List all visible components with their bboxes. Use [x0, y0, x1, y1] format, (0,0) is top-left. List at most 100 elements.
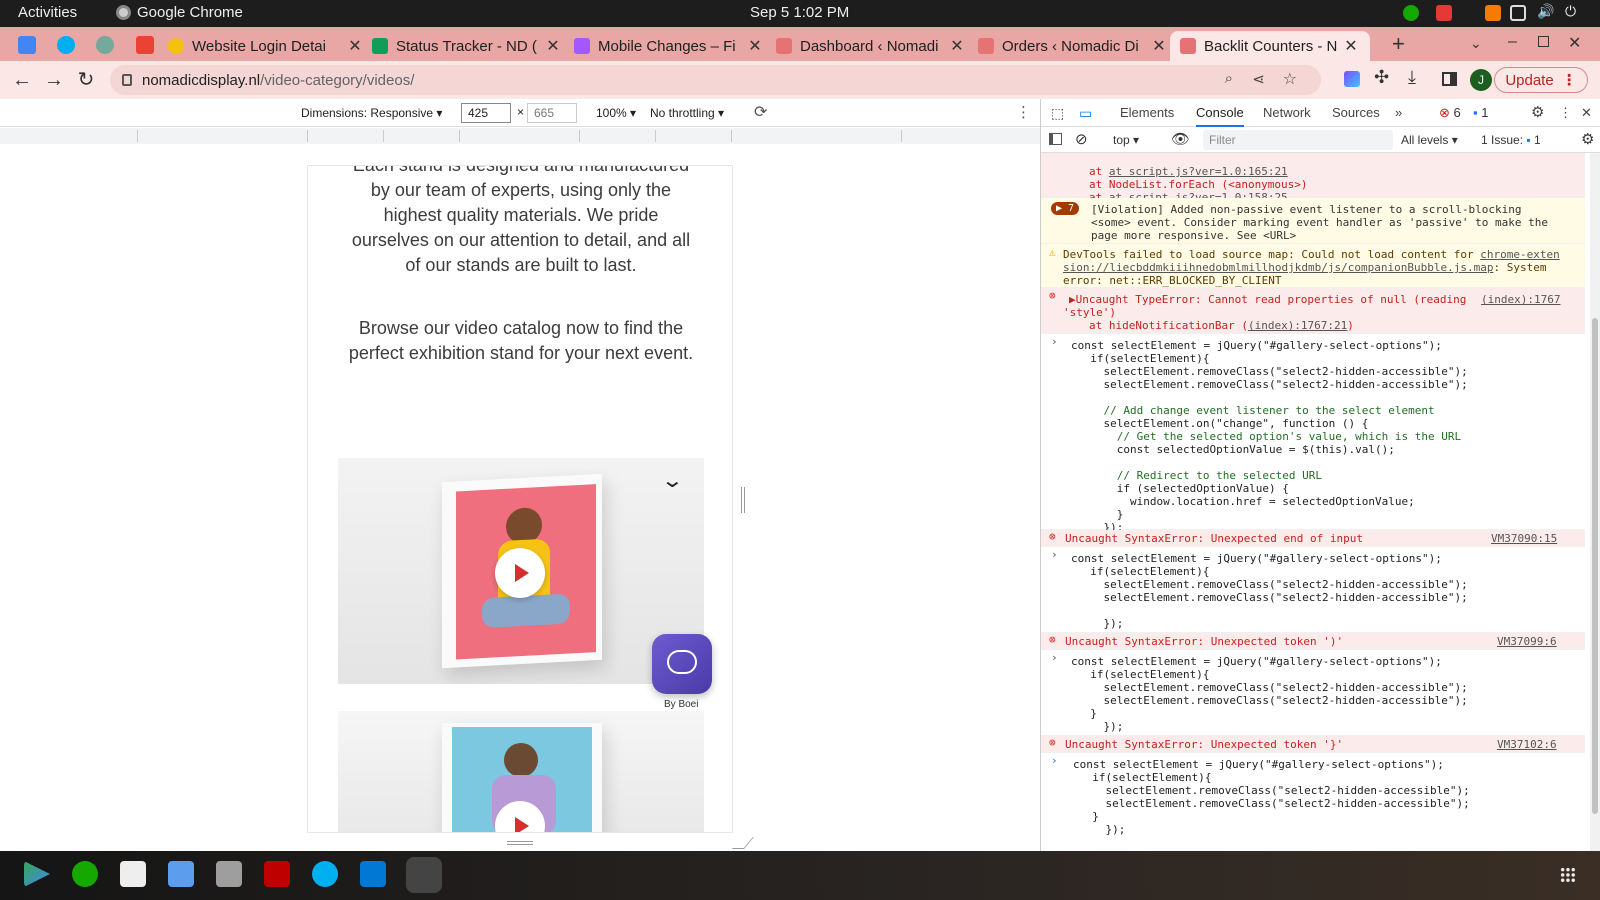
filezilla-icon[interactable]: [264, 861, 290, 887]
tab-orders[interactable]: Orders ‹ Nomadic Di ✕: [978, 31, 1168, 61]
source-map-link[interactable]: sion://liecbddmkiiihnedobmlmillhodjkdmb/…: [1063, 261, 1493, 274]
close-icon[interactable]: ✕: [346, 36, 364, 56]
chatgpt-pinned-icon[interactable]: [96, 36, 114, 54]
close-icon[interactable]: ✕: [1342, 36, 1360, 56]
issues-button[interactable]: 1 Issue: ▪ 1: [1481, 133, 1541, 147]
console-prompt-input[interactable]: › const selectElement = jQuery("#gallery…: [1041, 753, 1585, 851]
source-link[interactable]: (index):1767: [1481, 293, 1560, 306]
skype-pinned-icon[interactable]: [57, 36, 75, 54]
screencast-tray-icon[interactable]: [1485, 5, 1501, 21]
forward-icon[interactable]: →: [42, 68, 66, 92]
source-link[interactable]: VM37090:15: [1491, 532, 1557, 545]
vscode-icon[interactable]: [360, 861, 386, 887]
play-icon[interactable]: [495, 548, 545, 598]
close-icon[interactable]: ✕: [746, 36, 764, 56]
minimize-icon[interactable]: –: [1508, 33, 1517, 51]
more-options-icon[interactable]: ⋮: [1016, 103, 1031, 121]
app-menu[interactable]: Google Chrome: [116, 4, 243, 21]
source-link[interactable]: VM37099:6: [1497, 635, 1557, 648]
viewport-bottom-handle[interactable]: [507, 841, 533, 845]
extension-pen-icon[interactable]: [1344, 71, 1360, 87]
zoom-icon[interactable]: ⌕: [1225, 70, 1233, 87]
settings-gear-icon[interactable]: ⚙: [1531, 103, 1544, 121]
close-icon[interactable]: ✕: [948, 36, 966, 56]
throttling-select[interactable]: No throttling ▾: [650, 106, 724, 120]
video-card[interactable]: [338, 711, 704, 832]
tab-mobile-changes[interactable]: Mobile Changes – Fi ✕: [574, 31, 764, 61]
show-apps-icon[interactable]: [1560, 867, 1576, 883]
tab-elements[interactable]: Elements: [1120, 105, 1174, 120]
context-select[interactable]: top ▾: [1113, 133, 1139, 147]
share-icon[interactable]: ⋖: [1252, 70, 1265, 88]
tab-backlit-counters[interactable]: Backlit Counters - N ✕: [1170, 31, 1370, 61]
rotate-icon[interactable]: ⟳: [754, 102, 767, 122]
devtools-menu-icon[interactable]: ⋮: [1559, 105, 1572, 121]
video-card[interactable]: ⌄: [338, 458, 704, 684]
live-expression-eye-icon[interactable]: 👁: [1171, 130, 1190, 148]
dimensions-select[interactable]: Dimensions: Responsive ▾: [301, 106, 442, 120]
activities-button[interactable]: Activities: [18, 4, 77, 21]
tab-website-login[interactable]: Website Login Detai ✕: [168, 31, 364, 61]
skype-icon[interactable]: [312, 861, 338, 887]
restore-icon[interactable]: [1538, 36, 1549, 47]
source-link[interactable]: VM37102:6: [1497, 738, 1557, 751]
back-icon[interactable]: ←: [10, 68, 34, 92]
chrome-dock-icon[interactable]: [406, 857, 442, 893]
source-map-link[interactable]: chrome-exten: [1480, 248, 1559, 261]
tab-search-icon[interactable]: ⌄: [1470, 35, 1482, 52]
chat-widget-button[interactable]: [652, 634, 712, 694]
close-window-icon[interactable]: ✕: [1568, 33, 1581, 53]
network-icon[interactable]: [1510, 5, 1526, 21]
width-input[interactable]: 425: [461, 103, 511, 123]
reload-icon[interactable]: ↻: [74, 68, 98, 92]
source-link[interactable]: at script.js?ver=1.0:165:21: [1109, 165, 1288, 178]
height-input[interactable]: 665: [527, 103, 577, 123]
extensions-puzzle-icon[interactable]: ✣: [1374, 67, 1389, 88]
console-scrollbar[interactable]: [1590, 153, 1600, 851]
play-store-icon[interactable]: [24, 861, 50, 887]
source-link[interactable]: (index):1767:21: [1248, 319, 1347, 332]
scrollbar-thumb[interactable]: [1592, 318, 1598, 814]
log-levels-select[interactable]: All levels ▾: [1401, 133, 1458, 147]
tab-dashboard[interactable]: Dashboard ‹ Nomadi ✕: [776, 31, 966, 61]
tab-status-tracker[interactable]: Status Tracker - ND ( ✕: [372, 31, 562, 61]
side-panel-icon[interactable]: [1442, 72, 1457, 86]
zoom-select[interactable]: 100% ▾: [596, 106, 636, 120]
power-icon[interactable]: ⏻: [1565, 3, 1581, 19]
tab-console[interactable]: Console: [1196, 105, 1244, 127]
tab-sources[interactable]: Sources: [1332, 105, 1380, 120]
violation-count-badge[interactable]: ▶ 7: [1051, 202, 1079, 215]
console-settings-icon[interactable]: ⚙: [1581, 130, 1594, 148]
download-icon[interactable]: ⤓: [1408, 67, 1416, 88]
clock[interactable]: Sep 5 1:02 PM: [750, 4, 849, 21]
volume-icon[interactable]: 🔊: [1537, 3, 1554, 19]
device-toggle-icon[interactable]: ▭: [1079, 105, 1092, 122]
clear-console-icon[interactable]: ⊘: [1075, 130, 1088, 148]
close-devtools-icon[interactable]: ✕: [1581, 105, 1592, 121]
docs-pinned-icon[interactable]: [18, 36, 36, 54]
upwork-tray-icon[interactable]: [1403, 5, 1419, 21]
more-tabs-icon[interactable]: »: [1395, 105, 1402, 120]
bookmark-star-icon[interactable]: ☆: [1283, 69, 1297, 89]
sidebar-toggle-icon[interactable]: [1049, 133, 1062, 145]
message-count-badge[interactable]: ▪ 1: [1473, 105, 1488, 120]
text-editor-icon[interactable]: [120, 861, 146, 887]
chevron-down-icon[interactable]: ⌄: [661, 468, 684, 493]
inspect-icon[interactable]: ⬚: [1051, 105, 1064, 122]
files-icon[interactable]: [216, 861, 242, 887]
address-bar[interactable]: nomadicdisplay.nl/video-category/videos/…: [110, 65, 1321, 95]
tab-network[interactable]: Network: [1263, 105, 1311, 120]
system-top-bar: Activities Google Chrome Sep 5 1:02 PM 🔊…: [0, 0, 1600, 27]
avatar[interactable]: J: [1470, 69, 1492, 91]
new-tab-icon[interactable]: +: [1392, 31, 1405, 57]
update-button[interactable]: Update ⋮: [1494, 67, 1588, 93]
gmail-pinned-icon[interactable]: [136, 36, 154, 54]
upwork-icon[interactable]: [72, 861, 98, 887]
document-viewer-icon[interactable]: [168, 861, 194, 887]
close-icon[interactable]: ✕: [544, 36, 562, 56]
anydesk-tray-icon[interactable]: [1436, 5, 1452, 21]
viewport-resize-handle[interactable]: [741, 487, 745, 513]
error-count-badge[interactable]: ⊗ 6: [1439, 105, 1461, 121]
close-icon[interactable]: ✕: [1150, 36, 1168, 56]
filter-input[interactable]: Filter: [1203, 130, 1393, 150]
